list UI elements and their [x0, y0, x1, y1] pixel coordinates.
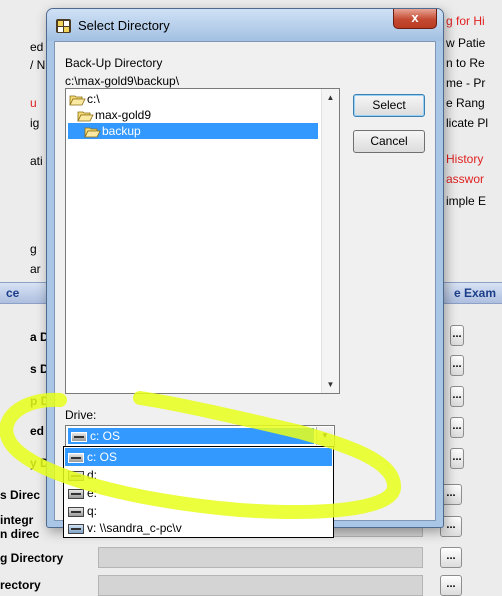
tree-item-label: c:\ [87, 92, 100, 106]
background-text-fragment: ar [30, 262, 41, 276]
row-label: g Directory [0, 551, 64, 565]
background-text-fragment: me - Pr [446, 76, 486, 90]
hard-drive-icon [68, 506, 84, 517]
drive-option-label: d: [87, 468, 98, 482]
tree-item-label: backup [102, 124, 141, 138]
background-text-fragment: History [446, 152, 484, 166]
drive-select[interactable]: c: OS ▼ [65, 425, 335, 447]
tree-item-max-gold9[interactable]: max-gold9 [77, 107, 151, 123]
drive-option-label: c: OS [87, 450, 118, 464]
drive-option-e[interactable]: e: [65, 484, 332, 502]
app-icon [56, 19, 71, 33]
dialog-title: Select Directory [78, 18, 170, 33]
hard-drive-icon [71, 431, 87, 442]
removable-drive-icon [68, 470, 84, 481]
tree-item-label: max-gold9 [95, 108, 152, 122]
drive-selected-label: c: OS [90, 429, 121, 443]
drive-option-label: v: \\sandra_c-pc\v [87, 521, 182, 535]
browse-button-partial[interactable]: ... [450, 325, 464, 346]
removable-drive-icon [68, 488, 84, 499]
select-button[interactable]: Select [353, 94, 425, 117]
directory-field[interactable] [98, 575, 423, 596]
hard-drive-icon [68, 452, 84, 463]
tree-item-c-drive[interactable]: c:\ [69, 91, 100, 107]
background-text-fragment: u [30, 96, 37, 110]
browse-button-partial[interactable]: ... [450, 355, 464, 376]
background-text-fragment: g [30, 242, 37, 256]
background-text-fragment: n to Re [446, 56, 485, 70]
drive-option-v[interactable]: v: \\sandra_c-pc\v [65, 519, 332, 537]
directory-list[interactable]: c:\ max-gold9 backup ▲ ▼ [65, 88, 340, 394]
drive-option-label: q: [87, 504, 98, 518]
directory-field[interactable] [98, 547, 423, 568]
cancel-button[interactable]: Cancel [353, 130, 425, 153]
row-label: s Direc [0, 488, 41, 502]
row-label: integr [0, 513, 34, 527]
exam-tab[interactable]: e Exam [454, 286, 496, 300]
browse-button-partial[interactable]: ... [450, 448, 464, 469]
background-text-fragment: ati [30, 154, 43, 168]
close-icon: x [411, 10, 419, 25]
drive-option-label: e: [87, 486, 98, 500]
browse-button[interactable]: ... [440, 575, 462, 596]
row-label: n direc [0, 527, 40, 541]
background-text-fragment: ed [30, 40, 44, 54]
background-text-fragment: ig [30, 116, 40, 130]
background-text-fragment: ed [30, 424, 45, 438]
open-folder-icon [77, 111, 94, 122]
chevron-down-icon[interactable]: ▼ [316, 427, 333, 445]
scroll-up-icon[interactable]: ▲ [322, 89, 339, 106]
drive-label: Drive: [65, 408, 97, 422]
vertical-scrollbar[interactable]: ▲ ▼ [321, 89, 339, 393]
browse-button-partial[interactable]: ... [450, 386, 464, 407]
browse-button[interactable]: ... [440, 547, 462, 568]
background-text-fragment: / N [30, 58, 46, 72]
open-folder-icon [69, 95, 86, 106]
background-text-fragment: imple E [446, 194, 487, 208]
row-label: rectory [0, 578, 41, 592]
background-text-fragment: e Rang [446, 96, 485, 110]
current-path: c:\max-gold9\backup\ [65, 74, 180, 88]
network-drive-icon [68, 523, 84, 534]
backup-directory-label: Back-Up Directory [65, 56, 163, 70]
drive-option-c[interactable]: c: OS [65, 448, 332, 466]
drive-dropdown-list[interactable]: c: OS d: e: q: v: \\sandra_c-pc\v [63, 446, 334, 538]
dialog-titlebar[interactable]: Select Directory x [47, 9, 443, 41]
drive-option-d[interactable]: d: [65, 466, 332, 484]
background-tab-fragment: ce [6, 286, 20, 300]
scroll-down-icon[interactable]: ▼ [322, 376, 339, 393]
open-folder-icon [84, 127, 101, 138]
drive-option-q[interactable]: q: [65, 502, 332, 520]
tree-item-backup[interactable]: backup [68, 123, 318, 139]
browse-button-partial[interactable]: ... [450, 417, 464, 438]
close-button[interactable]: x [393, 9, 437, 29]
background-text-fragment: asswor [446, 172, 485, 186]
background-text-fragment: w Patie [446, 36, 486, 50]
drive-select-value: c: OS [68, 428, 314, 444]
background-text-fragment: g for Hi [446, 14, 485, 28]
background-text-fragment: licate Pl [446, 116, 489, 130]
